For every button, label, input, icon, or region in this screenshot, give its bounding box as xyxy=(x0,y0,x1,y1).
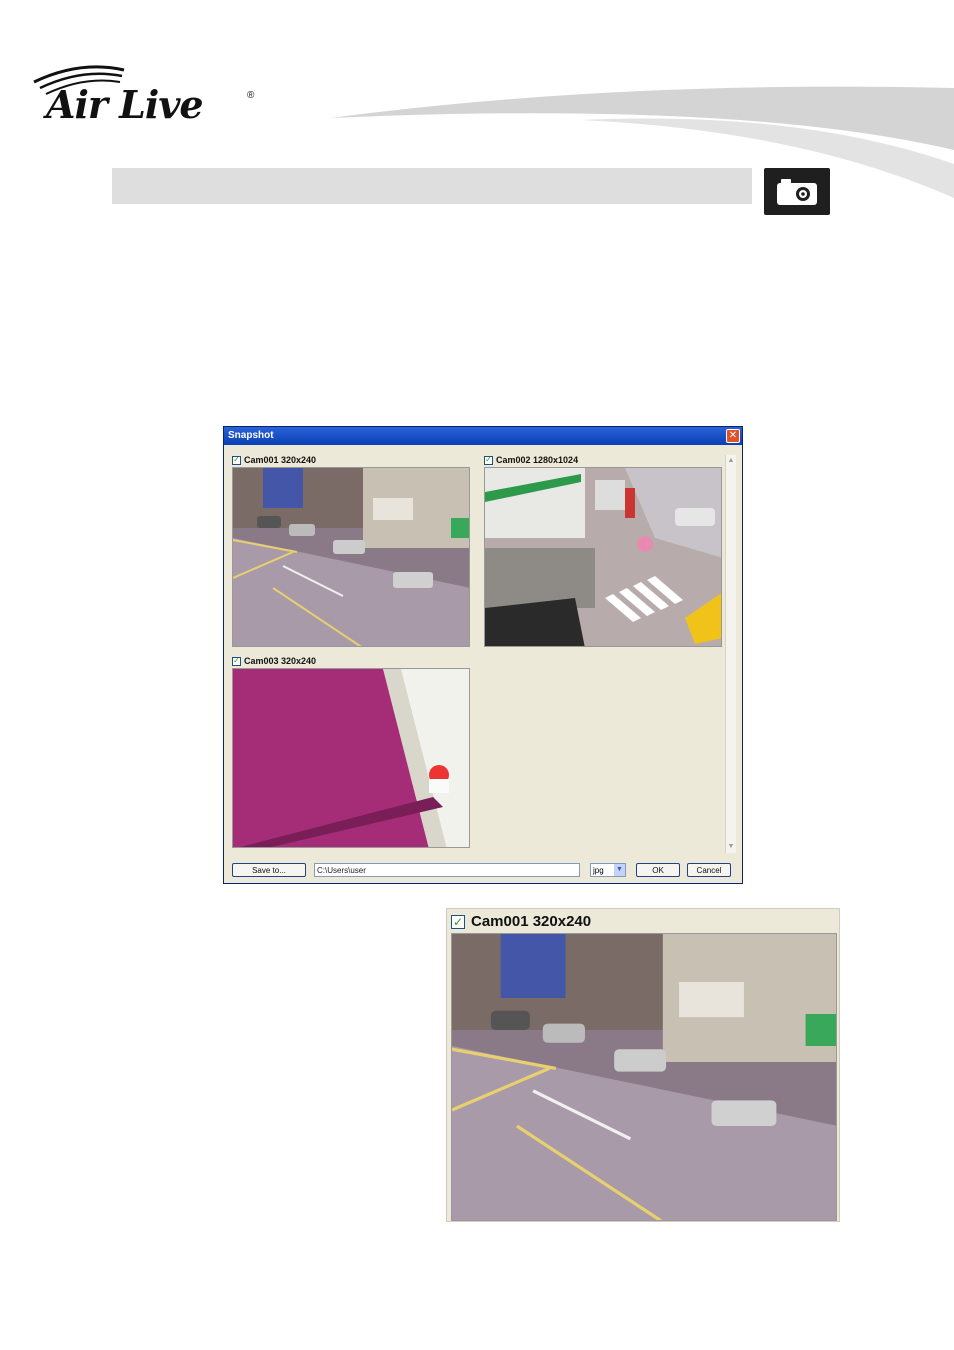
scroll-down-arrow[interactable]: ▼ xyxy=(727,843,735,851)
check-icon: ✓ xyxy=(452,914,464,929)
cancel-button[interactable]: Cancel xyxy=(687,863,731,877)
magenta-surface-image xyxy=(233,669,469,847)
snapshot-grid: ✓ Cam001 320x240 ✓ Cam002 1280x1024 ✓ Ca… xyxy=(224,445,742,855)
format-value: jpg xyxy=(593,866,604,875)
check-icon: ✓ xyxy=(485,455,492,464)
check-icon: ✓ xyxy=(233,455,240,464)
zoomed-cam001-label: Cam001 320x240 xyxy=(471,913,592,930)
cam002-checkbox[interactable]: ✓ xyxy=(484,455,493,465)
cam002-snapshot[interactable] xyxy=(484,467,722,647)
dialog-title: Snapshot xyxy=(228,430,274,441)
cam001-snapshot[interactable] xyxy=(232,467,470,647)
save-path-field[interactable]: C:\Users\user xyxy=(314,863,580,877)
chevron-down-icon: ▼ xyxy=(614,864,625,876)
check-icon: ✓ xyxy=(233,656,240,665)
close-icon: ✕ xyxy=(728,430,738,441)
dialog-action-row: Save to... C:\Users\user jpg ▼ OK Cancel xyxy=(224,861,742,881)
cam003-snapshot[interactable] xyxy=(232,668,470,848)
zoomed-cam001-panel: ✓ Cam001 320x240 xyxy=(446,908,840,1222)
camera-icon xyxy=(777,178,817,205)
cam001-label: Cam001 320x240 xyxy=(244,455,317,465)
cam001-checkbox[interactable]: ✓ xyxy=(232,455,241,465)
cam003-label: Cam003 320x240 xyxy=(244,656,317,666)
zoomed-cam001-snapshot[interactable] xyxy=(451,933,837,1221)
vertical-scrollbar[interactable]: ▲ ▼ xyxy=(725,455,736,853)
scroll-up-arrow[interactable]: ▲ xyxy=(727,457,735,465)
airlive-logo: Air Live xyxy=(46,82,204,127)
cam002-header: ✓ Cam002 1280x1024 xyxy=(484,455,578,465)
snapshot-camera-tile xyxy=(764,168,830,215)
cam001-header: ✓ Cam001 320x240 xyxy=(232,455,316,465)
street-scene-image xyxy=(233,468,469,646)
intersection-scene-image xyxy=(485,468,721,646)
cam003-checkbox[interactable]: ✓ xyxy=(232,656,241,666)
cam002-label: Cam002 1280x1024 xyxy=(496,455,579,465)
close-button[interactable]: ✕ xyxy=(726,429,740,443)
street-scene-zoom-image xyxy=(452,934,836,1220)
zoomed-cam001-header: ✓ Cam001 320x240 xyxy=(451,913,591,930)
section-header-bar xyxy=(112,168,752,204)
cam003-header: ✓ Cam003 320x240 xyxy=(232,656,316,666)
ok-button[interactable]: OK xyxy=(636,863,680,877)
zoomed-cam001-checkbox[interactable]: ✓ xyxy=(451,914,465,929)
registered-mark: ® xyxy=(247,90,255,101)
save-to-button[interactable]: Save to... xyxy=(232,863,306,877)
dialog-titlebar: Snapshot ✕ xyxy=(224,427,742,445)
snapshot-dialog: Snapshot ✕ ✓ Cam001 320x240 ✓ Cam002 128… xyxy=(223,426,743,884)
format-select[interactable]: jpg ▼ xyxy=(590,863,626,877)
